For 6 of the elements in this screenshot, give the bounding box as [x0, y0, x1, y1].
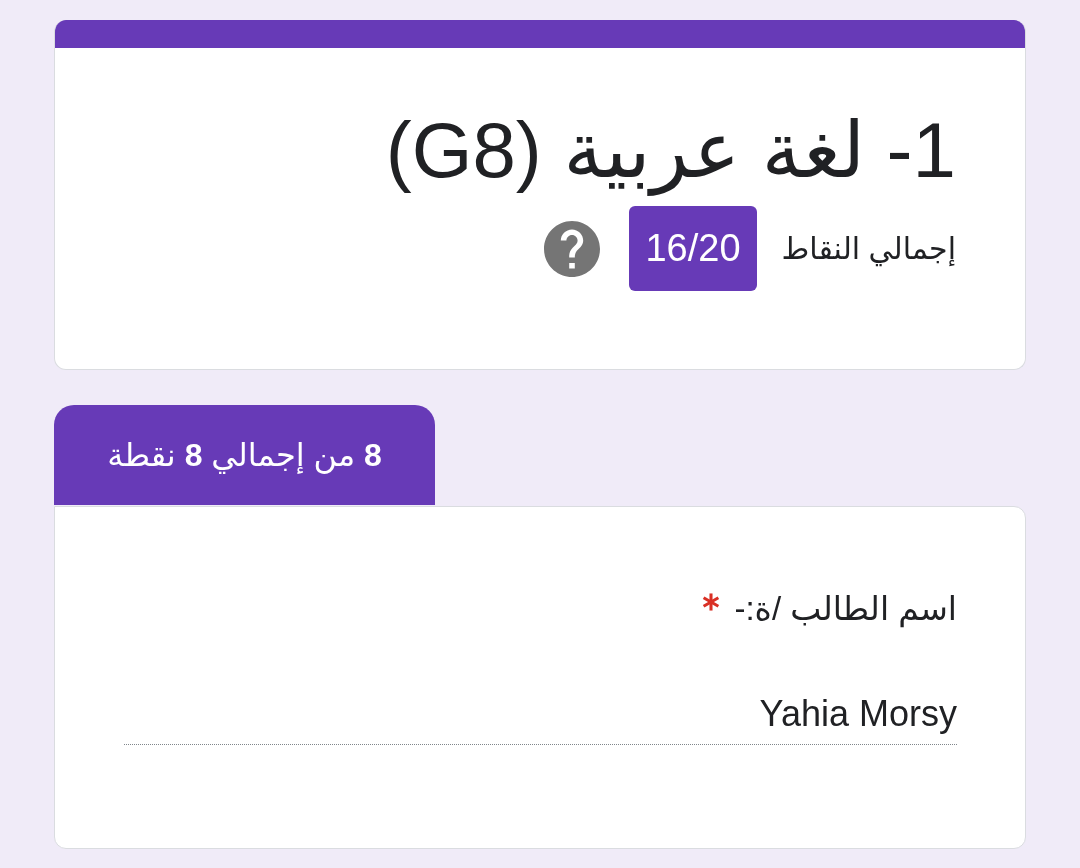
help-icon[interactable]: [544, 220, 601, 277]
form-title: 1- لغة عربية (G8): [384, 105, 956, 198]
score-badge: 16/20: [629, 206, 757, 291]
answer-field: Yahia Morsy: [124, 690, 957, 745]
total-points-label: إجمالي النقاط: [781, 230, 956, 269]
question-label: اسم الطالب /ة:-: [734, 589, 957, 630]
